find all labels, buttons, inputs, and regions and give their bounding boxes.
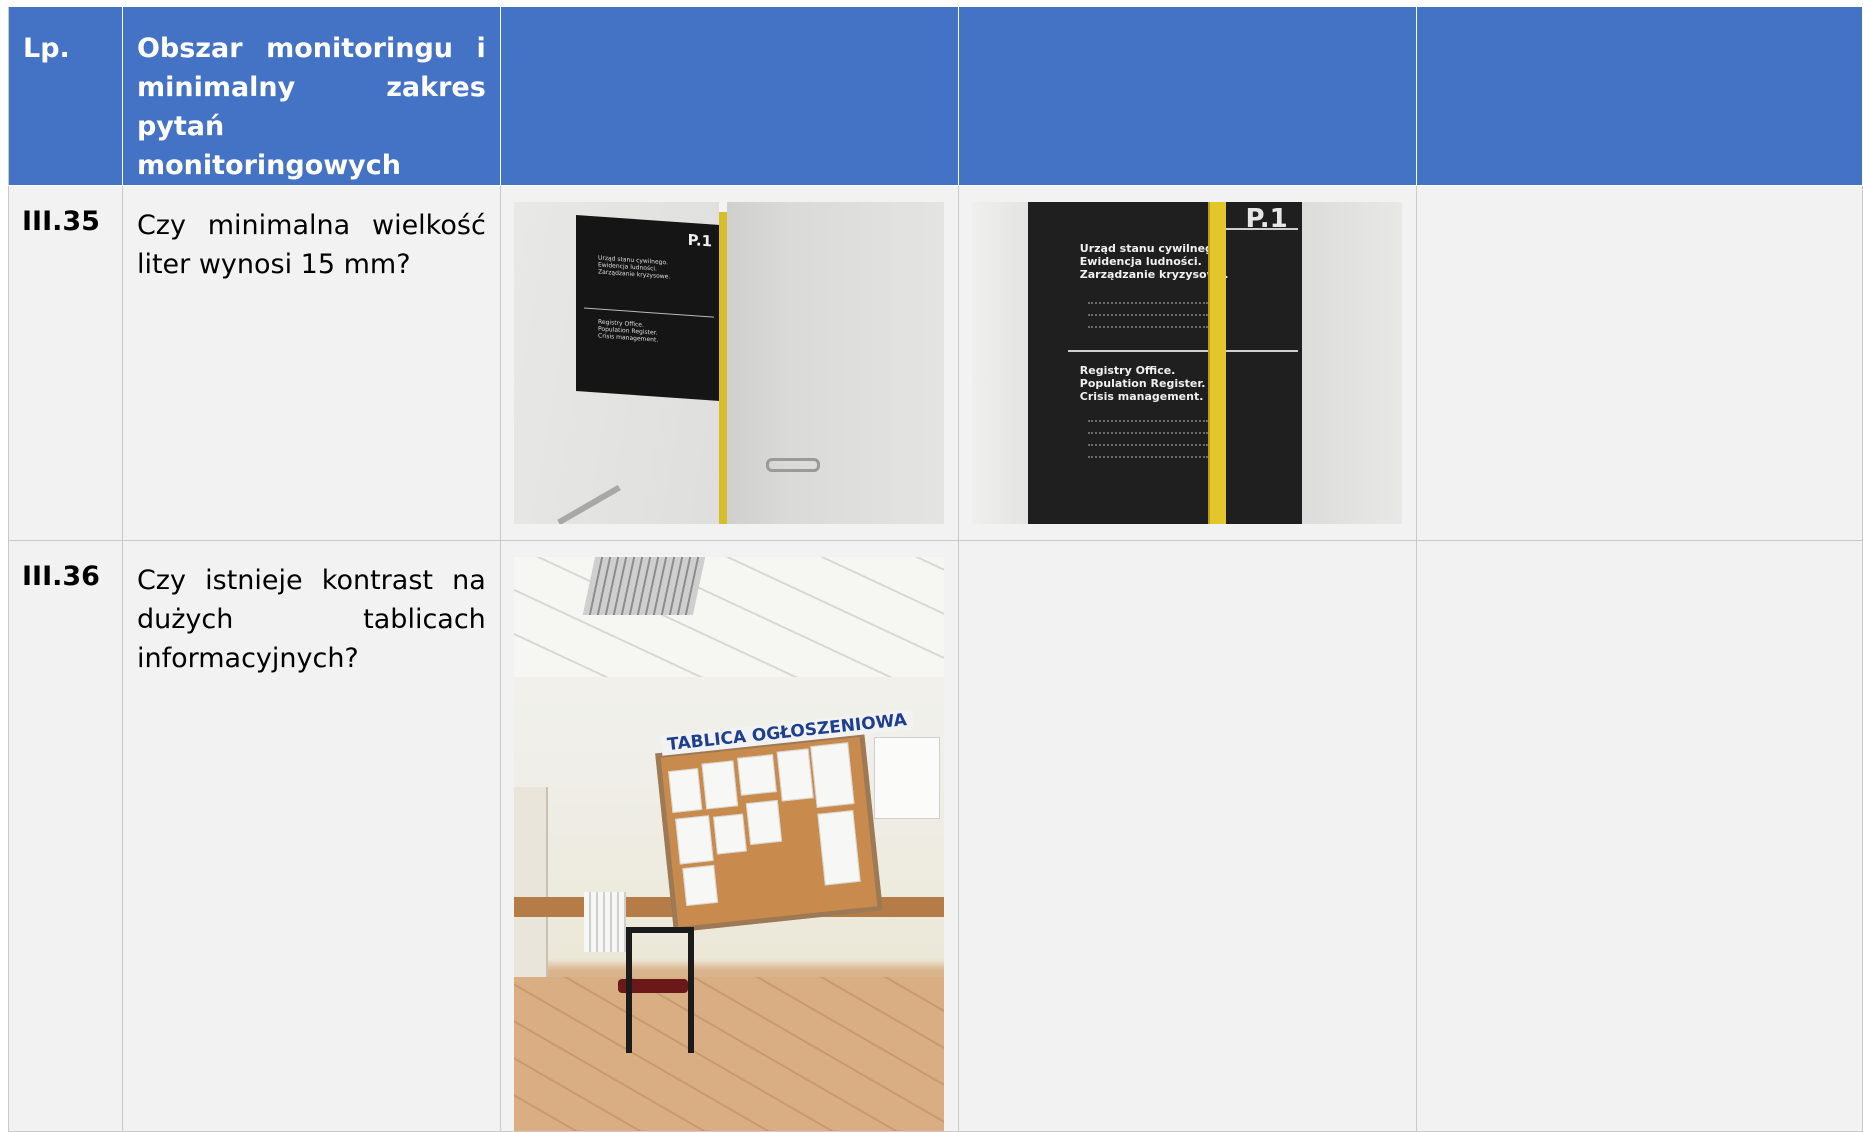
notice-paper bbox=[701, 760, 738, 810]
sign-text-en-3: Crisis management. bbox=[1079, 390, 1204, 403]
monitoring-table: Lp. Obszar monitoringu i minimalny zakre… bbox=[8, 6, 1863, 1132]
empty-cell bbox=[1415, 540, 1863, 1132]
table-row: III.36 Czy istnieje kontrast na dużych t… bbox=[8, 540, 1863, 1132]
photo-cell: P.1 Urząd stanu cywilnego. Ewidencja lud… bbox=[957, 185, 1417, 541]
door bbox=[723, 202, 944, 524]
chair bbox=[625, 927, 694, 1053]
sign-text-en-1: Registry Office. bbox=[1079, 364, 1176, 377]
notice-paper bbox=[667, 768, 703, 813]
notice-paper bbox=[776, 748, 814, 802]
sign-divider bbox=[583, 307, 714, 318]
ceiling bbox=[513, 557, 944, 677]
wall-notice bbox=[873, 737, 940, 819]
row-lp-cell: III.35 bbox=[8, 185, 123, 541]
braille-dots bbox=[1087, 302, 1208, 306]
photo-cell: P.1 Urząd stanu cywilnego. Ewidencja lud… bbox=[499, 185, 959, 541]
header-col5 bbox=[1415, 6, 1863, 186]
braille-dots bbox=[1087, 432, 1208, 436]
handrail bbox=[556, 484, 621, 524]
row-question: Czy istnieje kontrast na dużych tablicac… bbox=[136, 565, 486, 674]
room-sign-close: P.1 Urząd stanu cywilnego. Ewidencja lud… bbox=[1027, 202, 1304, 524]
sign-photo-wide: P.1 Urząd stanu cywilnego. Ewidencja lud… bbox=[513, 202, 944, 524]
row-question-cell: Czy minimalna wielkość liter wynosi 15 m… bbox=[121, 185, 501, 541]
notice-paper bbox=[674, 815, 714, 865]
table-row: III.35 Czy minimalna wielkość liter wyno… bbox=[8, 185, 1863, 541]
sign-text-pl-3: Zarządzanie kryzysowe. bbox=[1079, 268, 1229, 281]
door-handle bbox=[765, 458, 820, 472]
row-question: Czy minimalna wielkość liter wynosi 15 m… bbox=[136, 210, 486, 280]
notice-paper bbox=[712, 813, 747, 855]
row-question-cell: Czy istnieje kontrast na dużych tablicac… bbox=[121, 540, 501, 1132]
notice-paper bbox=[810, 742, 855, 808]
row-lp: III.36 bbox=[22, 561, 100, 592]
notice-paper bbox=[736, 754, 777, 796]
braille-dots bbox=[1087, 326, 1208, 330]
sign-text-pl-3: Zarządzanie kryzysowe. bbox=[597, 268, 671, 281]
notice-board-photo: TABLICA OGŁOSZENIOWA bbox=[513, 557, 944, 1131]
row-lp: III.35 bbox=[22, 206, 100, 237]
ceiling-lamp bbox=[582, 557, 705, 615]
sign-photo-close: P.1 Urząd stanu cywilnego. Ewidencja lud… bbox=[971, 202, 1402, 524]
room-sign: P.1 Urząd stanu cywilnego. Ewidencja lud… bbox=[575, 214, 720, 402]
braille-dots bbox=[1087, 314, 1208, 318]
header-area: Obszar monitoringu i minimalny zakres py… bbox=[121, 6, 501, 186]
notice-paper bbox=[745, 799, 782, 846]
row-lp-cell: III.36 bbox=[8, 540, 123, 1132]
notice-paper bbox=[817, 810, 861, 886]
sign-label: P.1 bbox=[687, 230, 712, 251]
measuring-tape bbox=[718, 212, 727, 524]
empty-cell bbox=[1415, 185, 1863, 541]
braille-dots bbox=[1087, 420, 1208, 424]
notice-board: TABLICA OGŁOSZENIOWA bbox=[654, 709, 914, 933]
sign-text-pl-1: Urząd stanu cywilnego. bbox=[1079, 242, 1225, 255]
header-lp: Lp. bbox=[8, 6, 123, 186]
sign-text-en-2: Population Register. bbox=[1079, 377, 1206, 390]
braille-dots bbox=[1087, 444, 1208, 448]
wall bbox=[1301, 202, 1402, 524]
radiator bbox=[583, 892, 626, 952]
photo-cell: TABLICA OGŁOSZENIOWA bbox=[499, 540, 959, 1132]
door bbox=[513, 787, 548, 977]
header-col3 bbox=[499, 6, 959, 186]
floor bbox=[513, 977, 944, 1131]
measuring-tape bbox=[1207, 202, 1226, 524]
header-col4 bbox=[957, 6, 1417, 186]
sign-text-pl-2: Ewidencja ludności. bbox=[1079, 255, 1202, 268]
empty-cell bbox=[957, 540, 1417, 1132]
sign-divider bbox=[1067, 350, 1298, 352]
braille-dots bbox=[1087, 456, 1208, 460]
notice-paper bbox=[682, 864, 718, 907]
header-row: Lp. Obszar monitoringu i minimalny zakre… bbox=[8, 6, 1863, 186]
